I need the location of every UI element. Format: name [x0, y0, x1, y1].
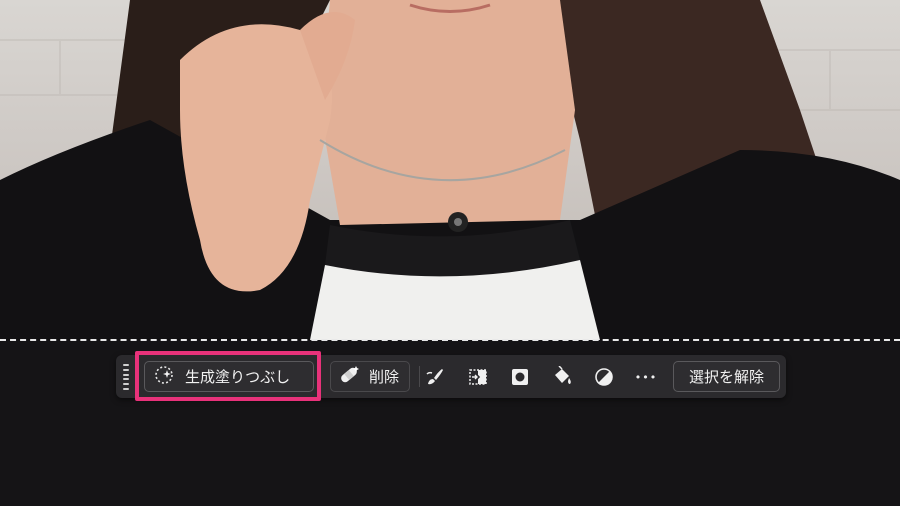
transform-selection-icon[interactable] — [466, 365, 490, 389]
drag-handle-icon[interactable] — [122, 364, 130, 390]
mask-icon[interactable] — [508, 365, 532, 389]
canvas-photo — [0, 0, 900, 340]
brush-icon[interactable] — [423, 365, 447, 389]
photo-illustration — [0, 0, 900, 340]
toolbar-divider — [419, 366, 420, 387]
generative-fill-button[interactable]: 生成塗りつぶし — [144, 361, 314, 392]
contextual-taskbar: 生成塗りつぶし 削除 ••• 選択を解除 — [116, 355, 786, 398]
deselect-button[interactable]: 選択を解除 — [673, 361, 780, 392]
paint-bucket-icon[interactable] — [550, 365, 574, 389]
sparkle-selection-icon — [153, 364, 175, 390]
adjustment-icon[interactable] — [592, 365, 616, 389]
generative-fill-label: 生成塗りつぶし — [185, 368, 291, 386]
remove-label: 削除 — [369, 368, 400, 386]
remove-button[interactable]: 削除 — [330, 361, 410, 392]
bandage-icon — [337, 364, 361, 390]
more-options-button[interactable]: ••• — [634, 365, 658, 389]
more-label: ••• — [634, 370, 658, 384]
deselect-label: 選択を解除 — [688, 368, 764, 386]
